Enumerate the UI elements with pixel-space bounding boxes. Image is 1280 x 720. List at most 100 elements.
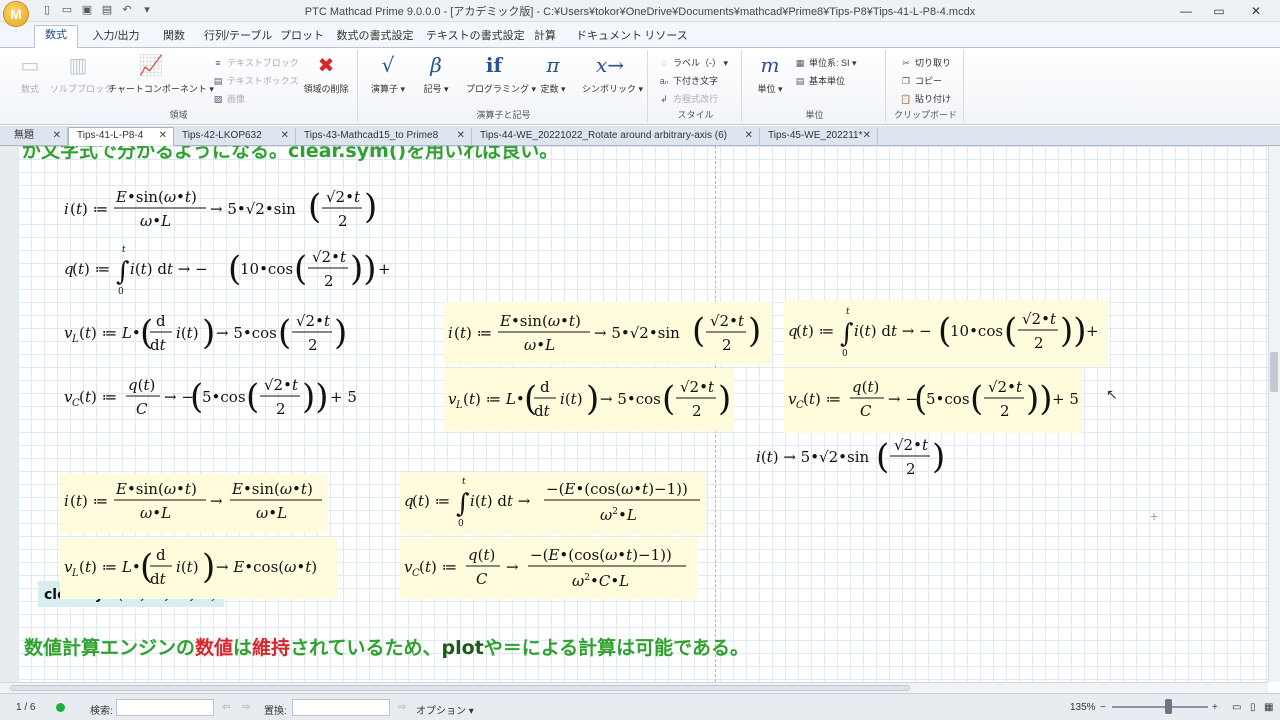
svg-text:√2•t: √2•t xyxy=(988,378,1023,396)
zoom-in-icon[interactable]: + xyxy=(1212,702,1218,713)
math-region-i-def[interactable]: i(t) ≔ E•sin(ω•t) ω•L → 5•√2•sin ( √2•t … xyxy=(64,182,384,237)
svg-text:)): )) xyxy=(350,249,377,289)
doc-tab-tips-42[interactable]: Tips-42-LKOP632 ✕ xyxy=(174,128,296,146)
doc-tab-tips-41[interactable]: Tips-41-L-P8-4 ✕ xyxy=(68,127,174,147)
label-dropdown[interactable]: ◌ ラベル（-） ▾ xyxy=(658,56,728,69)
doc-tab-tips-45[interactable]: Tips-45-WE_202211* ✕ xyxy=(760,128,878,146)
search-prev-icon[interactable]: ⇦ xyxy=(222,702,230,713)
replace-input[interactable] xyxy=(292,699,390,716)
symbolics-button[interactable]: x→ シンボリック ▾ xyxy=(582,52,643,95)
doc-tab-untitled[interactable]: 無題 ✕ xyxy=(6,128,68,146)
constants-button[interactable]: π 定数 ▾ xyxy=(538,52,568,95)
math-region-button[interactable]: ▭ 数式 xyxy=(12,52,48,95)
text-box-button[interactable]: ▤ テキストボックス xyxy=(212,74,299,87)
cut-button[interactable]: ✂ 切り取り xyxy=(900,56,951,69)
tab-functions[interactable]: 関数 xyxy=(156,27,192,48)
tab-matrices-tables[interactable]: 行列/テーブル xyxy=(204,27,272,48)
zoom-slider[interactable] xyxy=(1112,706,1208,708)
save-icon[interactable]: ▣ xyxy=(80,3,94,17)
search-next-icon[interactable]: ⇨ xyxy=(242,702,250,713)
math-region-q-def[interactable]: q(t) ≔ ∫ t 0 i(t) dt → − ( 10•cos ( √2•t… xyxy=(64,242,414,301)
print-icon[interactable]: ▤ xyxy=(100,3,114,17)
solve-block-button[interactable]: ▥ ソルブブロック xyxy=(50,52,113,95)
draft-view-icon[interactable]: ▭ xyxy=(1232,702,1241,713)
math-region-q-def-copy[interactable]: q(t) ≔ ∫ t 0 i(t) dt → − ( 10•cos ( √2•t… xyxy=(784,300,1122,367)
math-region-vL-symbolic[interactable]: vL (t) ≔ L• ( d dt i(t) ) → E•cos(ω•t) xyxy=(60,538,338,599)
new-document-icon[interactable]: ▯ xyxy=(40,3,54,17)
tab-input-output[interactable]: 入力/出力 xyxy=(88,27,144,48)
close-tab-icon[interactable]: ✕ xyxy=(53,128,61,144)
worksheet-page[interactable]: が文字式で分かるようになる。clear.sym()を用いれば良い。 i(t) ≔… xyxy=(18,146,1268,682)
svg-text:(: ( xyxy=(412,492,418,510)
math-region-i-symbolic[interactable]: i(t) ≔ E•sin(ω•t) ω•L → E•sin(ω•t) ω•L xyxy=(60,474,328,533)
search-input[interactable] xyxy=(116,699,214,716)
math-region-i-eval[interactable]: i(t) → 5•√2•sin ( √2•t 2 ) xyxy=(756,430,956,485)
options-dropdown[interactable]: オプション ▾ xyxy=(416,702,474,717)
image-button[interactable]: ▨ 画像 xyxy=(212,92,245,105)
horizontal-scrollbar[interactable] xyxy=(0,682,1268,693)
close-tab-icon[interactable]: ✕ xyxy=(457,128,465,144)
equation-wrap-button[interactable]: ↲ 方程式改行 xyxy=(658,92,718,105)
zoom-out-icon[interactable]: − xyxy=(1100,702,1106,713)
math-region-vC-def-copy[interactable]: vC (t) ≔ q(t) C → − ( 5•cos ( √2•t 2 )) … xyxy=(784,368,1082,433)
tab-math[interactable]: 数式 xyxy=(34,25,78,49)
programming-button[interactable]: if プログラミング ▾ xyxy=(466,52,536,95)
close-button[interactable]: ✕ xyxy=(1240,0,1272,22)
svg-text:i(t): i(t) xyxy=(560,390,583,408)
math-region-vC-def[interactable]: vC (t) ≔ q(t) C → − ( 5•cos ( √2•t 2 )) … xyxy=(64,370,364,427)
tab-plots[interactable]: プロット xyxy=(280,27,324,48)
subscript-icon: aₙ xyxy=(659,76,669,86)
undo-icon[interactable]: ↶ xyxy=(120,3,134,17)
math-region-q-symbolic[interactable]: q(t) ≔ ∫ t 0 i(t) dt → −(E•(cos(ω•t)−1))… xyxy=(400,472,706,535)
tab-resources[interactable]: リソース xyxy=(644,27,688,48)
page-view-icon[interactable]: ▯ xyxy=(1250,702,1256,713)
vertical-scroll-thumb[interactable] xyxy=(1270,352,1278,392)
svg-text:): ) xyxy=(718,379,730,419)
base-units-button[interactable]: ▤ 基本単位 xyxy=(794,74,845,87)
math-region-i-def-copy[interactable]: i(t) ≔ E•sin(ω•t) ω•L → 5•√2•sin ( √2•t … xyxy=(444,302,772,365)
heading-text-top[interactable]: が文字式で分かるようになる。clear.sym()を用いれば良い。 xyxy=(22,146,558,163)
tab-text-formatting[interactable]: テキストの書式設定 xyxy=(426,27,525,48)
operators-button[interactable]: √ 演算子 ▾ xyxy=(370,52,406,95)
delete-region-button[interactable]: ✖ 領域の削除 xyxy=(300,52,352,95)
svg-text:(: ( xyxy=(79,324,85,342)
close-tab-icon[interactable]: ✕ xyxy=(863,128,871,144)
close-tab-icon[interactable]: ✕ xyxy=(159,128,167,144)
minimize-button[interactable]: — xyxy=(1170,0,1202,22)
chart-component-button[interactable]: 📈 チャートコンポーネント ▾ xyxy=(108,52,214,95)
subscript-button[interactable]: aₙ 下付き文字 xyxy=(658,74,718,87)
unit-system-dropdown[interactable]: ▦ 単位系: SI ▾ xyxy=(794,56,857,69)
open-folder-icon[interactable]: ▭ xyxy=(60,3,74,17)
tab-math-formatting[interactable]: 数式の書式設定 xyxy=(336,27,414,48)
close-tab-icon[interactable]: ✕ xyxy=(745,128,753,144)
tab-calculation[interactable]: 計算 xyxy=(528,27,562,48)
vertical-scrollbar[interactable] xyxy=(1268,146,1280,682)
heading-text-bottom[interactable]: 数値計算エンジンの数値は維持されているため、plotや＝による計算は可能である。 xyxy=(24,636,749,660)
symbols-button[interactable]: β 記号 ▾ xyxy=(422,52,450,95)
svg-text:−(E•(cos(ω•t)−1)): −(E•(cos(ω•t)−1)) xyxy=(546,480,688,498)
qat-dropdown-icon[interactable]: ▾ xyxy=(140,3,154,17)
worksheet-area[interactable]: が文字式で分かるようになる。clear.sym()を用いれば良い。 i(t) ≔… xyxy=(0,146,1280,682)
replace-arrow-icon[interactable]: ⇨ xyxy=(398,702,406,713)
svg-text:C: C xyxy=(476,570,488,588)
math-region-vC-symbolic[interactable]: vC (t) ≔ q(t) C → −(E•(cos(ω•t)−1)) ω2•C… xyxy=(400,538,698,599)
text-block-button[interactable]: ≡ テキストブロック xyxy=(212,56,298,69)
mouse-pointer-icon: ↖ xyxy=(1106,386,1118,402)
doc-tab-tips-43[interactable]: Tips-43-Mathcad15_to Prime8 ✕ xyxy=(296,128,472,146)
tab-document[interactable]: ドキュメント xyxy=(576,27,642,48)
document-tab-bar: 無題 ✕ Tips-41-L-P8-4 ✕ Tips-42-LKOP632 ✕ Tip… xyxy=(0,126,1280,147)
zoom-slider-knob[interactable] xyxy=(1165,699,1172,714)
mathcad-logo-icon[interactable]: M xyxy=(4,2,28,26)
copy-button[interactable]: ❐ コピー xyxy=(900,74,942,87)
math-region-vL-def-copy[interactable]: vL (t) ≔ L• ( d dt i(t) ) → 5•cos ( √2•t… xyxy=(444,368,734,431)
paste-button[interactable]: 📋 貼り付け xyxy=(900,92,951,105)
maximize-button[interactable]: ▭ xyxy=(1203,0,1235,22)
svg-text:): ) xyxy=(334,313,347,353)
horizontal-scroll-thumb[interactable] xyxy=(10,685,910,691)
close-tab-icon[interactable]: ✕ xyxy=(281,128,289,144)
svg-text:+ 5: + 5 xyxy=(1052,390,1078,408)
full-view-icon[interactable]: ▦ xyxy=(1264,702,1273,713)
doc-tab-tips-44[interactable]: Tips-44-WE_20221022_Rotate around arbitr… xyxy=(472,128,760,146)
units-button[interactable]: m 単位 ▾ xyxy=(752,52,788,95)
math-region-vL-def[interactable]: vL (t) ≔ L• ( d dt i(t) ) → 5•cos ( √2•t… xyxy=(64,306,374,363)
